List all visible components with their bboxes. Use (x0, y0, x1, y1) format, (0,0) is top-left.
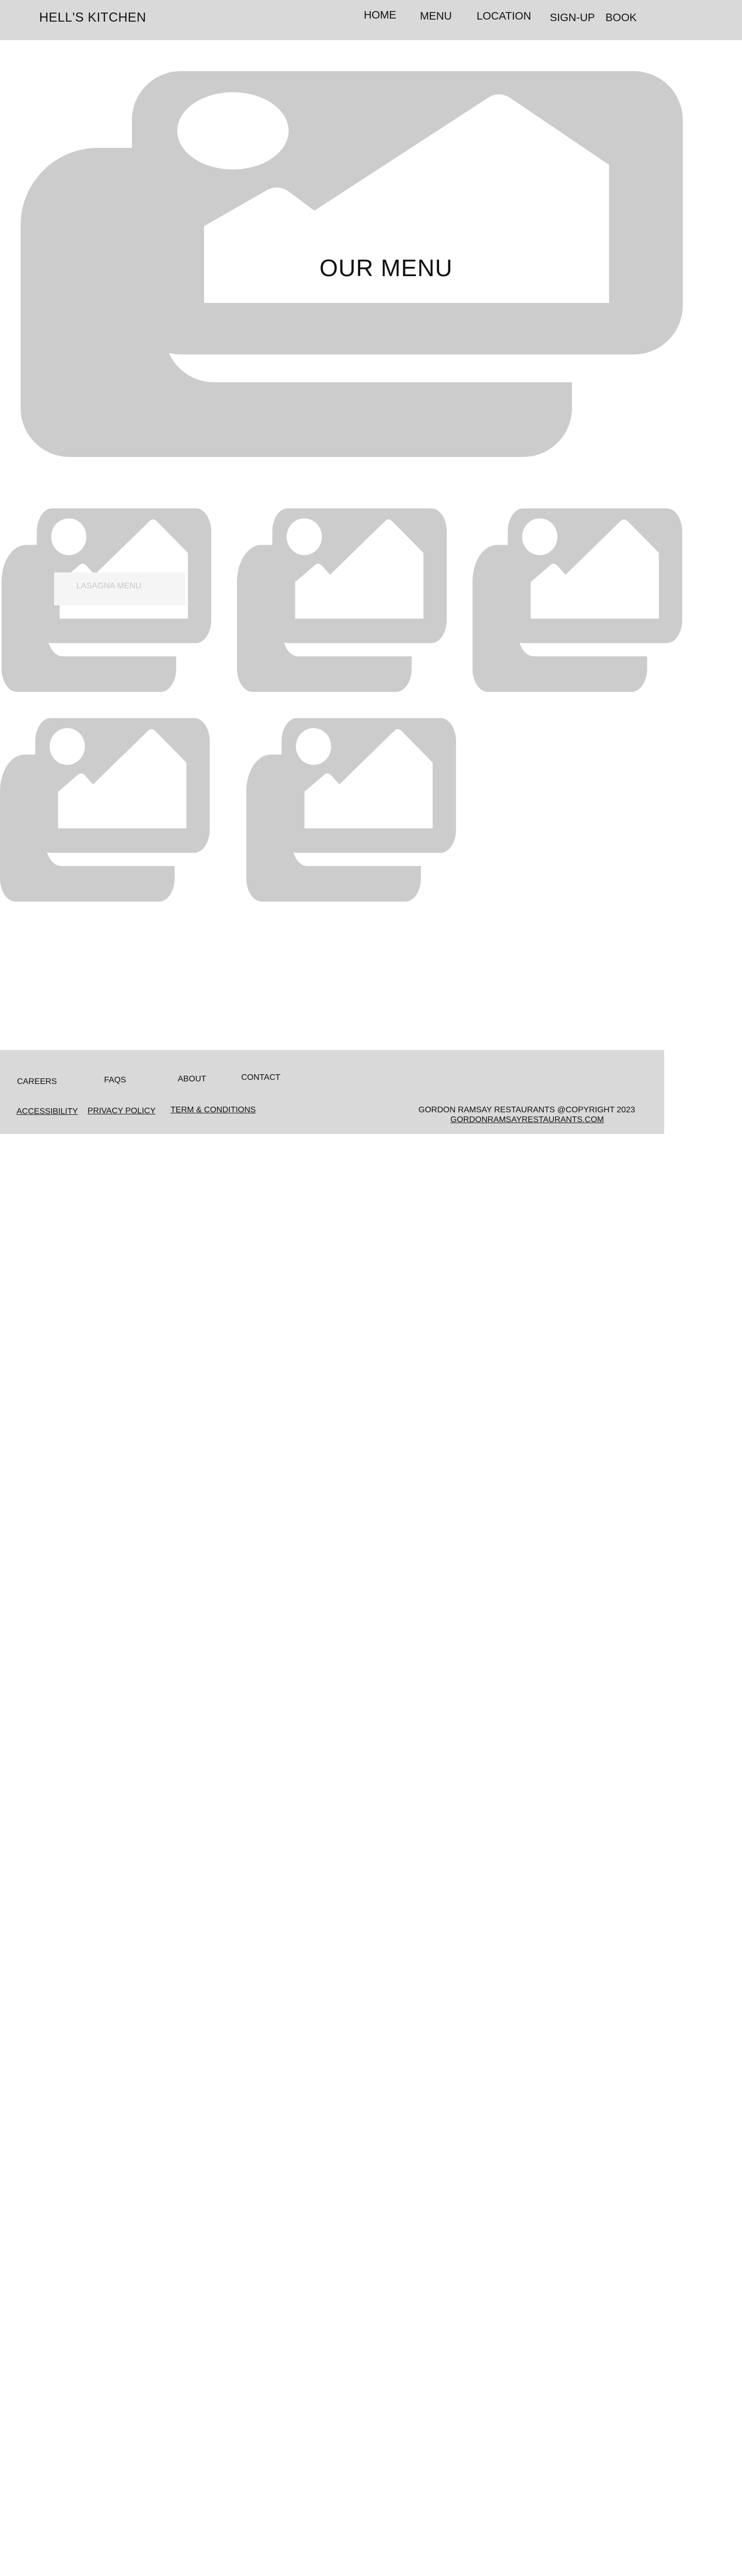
nav-menu[interactable]: MENU (420, 10, 452, 23)
footer-faqs[interactable]: FAQS (104, 1076, 126, 1085)
footer-website-link[interactable]: GORDONRAMSAYRESTAURANTS.COM (450, 1115, 604, 1125)
footer-terms-link[interactable]: TERM & CONDITIONS (171, 1106, 256, 1115)
menu-card-label[interactable]: LASAGNA MENU (76, 582, 141, 591)
menu-item-image-icon[interactable] (237, 508, 447, 692)
footer-careers[interactable]: CAREERS (17, 1077, 57, 1087)
footer-about[interactable]: ABOUT (178, 1075, 206, 1084)
footer-privacy-link[interactable]: PRIVACY POLICY (88, 1107, 156, 1116)
footer-accessibility-link[interactable]: ACCESSIBILITY (16, 1107, 78, 1116)
nav-signup[interactable]: SIGN-UP (550, 12, 595, 24)
page-title: OUR MENU (319, 255, 453, 281)
nav-location[interactable]: LOCATION (477, 10, 531, 23)
menu-item-image-icon[interactable] (0, 718, 210, 902)
brand-logo[interactable]: HELL'S KITCHEN (39, 10, 146, 25)
footer-contact[interactable]: CONTACT (241, 1073, 280, 1082)
nav-home[interactable]: HOME (364, 9, 396, 22)
menu-item-image-icon[interactable] (473, 508, 682, 692)
footer-copyright: GORDON RAMSAY RESTAURANTS @COPYRIGHT 202… (418, 1106, 635, 1114)
menu-item-image-icon[interactable] (2, 508, 212, 692)
menu-item-image-icon[interactable] (246, 718, 456, 902)
nav-book[interactable]: BOOK (605, 12, 637, 24)
